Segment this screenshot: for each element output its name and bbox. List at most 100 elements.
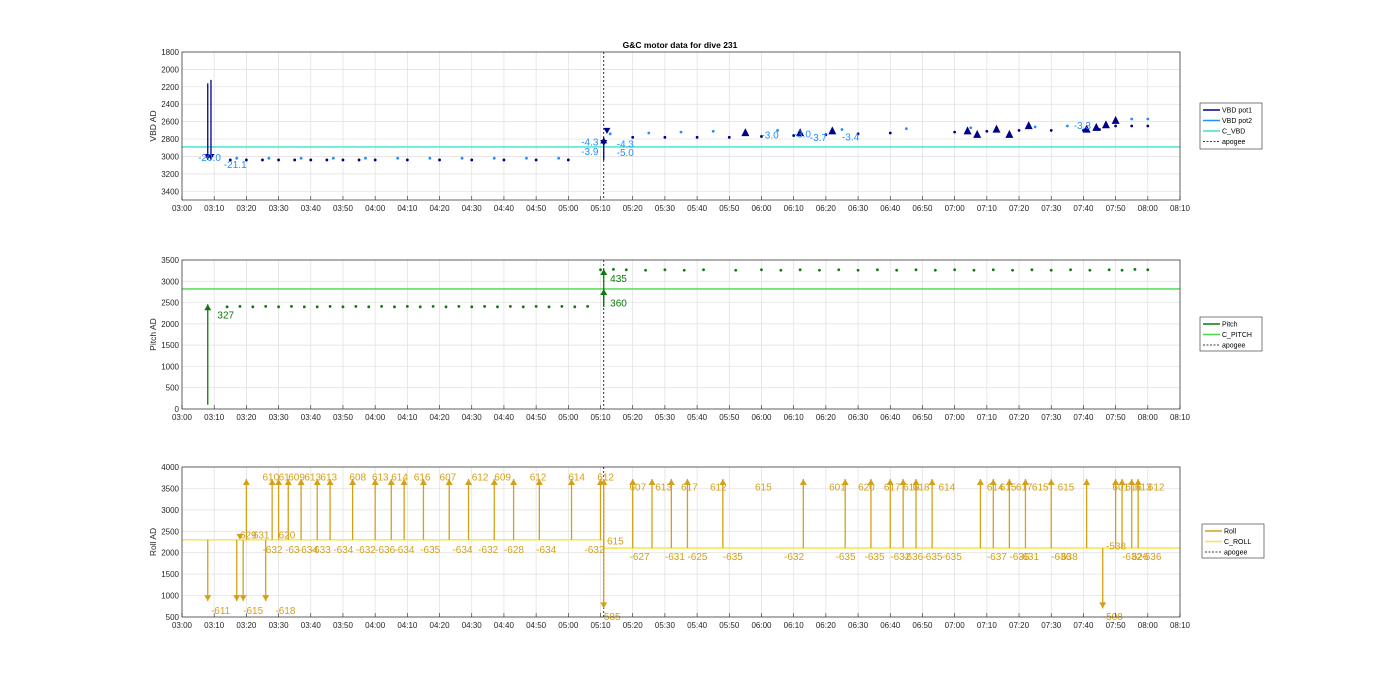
- move-annotation: 613: [372, 472, 389, 483]
- x-tick-label: 03:10: [204, 413, 225, 422]
- move-annotation: 613: [655, 483, 672, 494]
- move-annotation: -3.0: [794, 130, 812, 141]
- move-annotation: -3.3: [1074, 121, 1092, 132]
- x-tick-label: 05:20: [623, 621, 644, 630]
- data-point: [431, 305, 435, 308]
- data-point: [682, 268, 686, 272]
- x-tick-label: 05:30: [655, 621, 676, 630]
- data-point: [277, 305, 280, 309]
- x-tick-label: 04:00: [365, 204, 386, 213]
- y-tick-label: 1500: [161, 570, 179, 579]
- data-point: [293, 158, 297, 162]
- data-point: [818, 268, 821, 272]
- x-tick-label: 04:00: [365, 413, 386, 422]
- data-point: [1049, 128, 1053, 132]
- y-tick-label: 4000: [161, 463, 179, 472]
- data-point: [460, 156, 464, 160]
- data-point: [457, 305, 461, 308]
- x-tick-label: 07:10: [977, 413, 998, 422]
- data-point: [1088, 268, 1092, 272]
- move-annotation: -625: [687, 552, 707, 563]
- data-point: [373, 158, 377, 162]
- move-annotation: 435: [610, 274, 627, 285]
- data-point: [904, 127, 908, 131]
- data-point: [663, 268, 667, 272]
- data-point: [1146, 124, 1150, 128]
- move-annotation: -3.9: [581, 147, 599, 158]
- data-point: [586, 305, 590, 308]
- x-tick-label: 04:20: [430, 204, 451, 213]
- data-point: [1146, 117, 1150, 121]
- move-annotation: 620: [858, 483, 875, 494]
- move-annotation: -634: [452, 545, 472, 556]
- data-point: [299, 156, 303, 160]
- axes-box: [181, 259, 1181, 410]
- data-point: [261, 158, 264, 162]
- legend-label: C_PITCH: [1222, 332, 1252, 339]
- move-annotation: 614: [939, 483, 956, 494]
- data-point: [663, 135, 667, 139]
- data-point: [779, 268, 783, 272]
- y-tick-label: 3500: [161, 484, 179, 493]
- move-annotation: -636: [903, 552, 923, 563]
- x-tick-label: 05:00: [558, 204, 579, 213]
- motor-move-arrowhead: [262, 595, 270, 602]
- data-point: [1030, 268, 1034, 272]
- x-tick-label: 07:30: [1041, 621, 1062, 630]
- legend: Pitch C_PITCHapogee: [1199, 316, 1263, 352]
- legend-label: C_ROLL: [1224, 539, 1251, 546]
- x-tick-label: 06:00: [751, 413, 772, 422]
- x-tick-label: 05:10: [591, 204, 612, 213]
- x-tick-label: 08:00: [1138, 413, 1159, 422]
- panel-1: -20.0-21.1-4.3-3.9-4.3-5.0-3.0 -3.0-3.7 -3…: [148, 48, 1263, 213]
- data-point: [969, 126, 973, 130]
- x-tick-label: 05:50: [719, 413, 740, 422]
- data-point: [225, 305, 229, 309]
- x-tick-label: 07:00: [945, 413, 966, 422]
- x-tick-label: 06:50: [912, 413, 933, 422]
- move-annotation: -632: [584, 545, 604, 556]
- move-annotation: -635: [942, 552, 962, 563]
- x-tick-label: 05:50: [719, 621, 740, 630]
- x-tick-label: 07:20: [1009, 621, 1030, 630]
- legend-label: apogee: [1222, 139, 1245, 146]
- move-annotation: 609: [494, 472, 511, 483]
- motor-move-marker: [741, 128, 750, 137]
- y-tick-label: 2000: [161, 320, 179, 329]
- x-tick-label: 03:40: [301, 204, 322, 213]
- move-annotation: 617: [681, 483, 698, 494]
- x-tick-label: 03:40: [301, 621, 322, 630]
- move-annotation: -634: [394, 545, 414, 556]
- motor-move-arrowhead: [233, 595, 241, 602]
- data-point: [837, 268, 841, 272]
- data-point: [702, 268, 705, 272]
- move-annotation: 617: [1016, 483, 1033, 494]
- move-annotation: 360: [610, 298, 627, 309]
- data-point: [331, 156, 335, 160]
- y-tick-label: 2600: [161, 118, 179, 127]
- x-tick-label: 03:50: [333, 204, 354, 213]
- x-tick-label: 06:10: [784, 621, 805, 630]
- data-point: [985, 129, 989, 133]
- motor-move-arrowhead: [600, 602, 608, 609]
- y-tick-label: 0: [175, 405, 180, 414]
- data-point: [1069, 268, 1072, 272]
- data-point: [277, 158, 280, 162]
- move-annotation: -538: [1106, 541, 1126, 552]
- x-tick-label: 03:50: [333, 621, 354, 630]
- y-tick-label: 1000: [161, 362, 179, 371]
- x-tick-label: 07:10: [977, 204, 998, 213]
- panels-group: -20.0-21.1-4.3-3.9-4.3-5.0-3.0 -3.0-3.7 -3…: [148, 48, 1265, 630]
- move-annotation: 620: [279, 531, 296, 542]
- move-annotation: -3.7: [810, 133, 828, 144]
- y-tick-label: 3500: [161, 256, 179, 265]
- move-annotation: 612: [597, 472, 614, 483]
- data-point: [508, 305, 512, 308]
- data-point: [470, 305, 474, 309]
- motor-move-marker: [973, 129, 982, 138]
- data-point: [393, 305, 396, 309]
- motor-move-arrowhead: [510, 479, 518, 485]
- x-tick-label: 07:50: [1106, 204, 1127, 213]
- data-point: [991, 268, 995, 272]
- x-tick-label: 03:50: [333, 413, 354, 422]
